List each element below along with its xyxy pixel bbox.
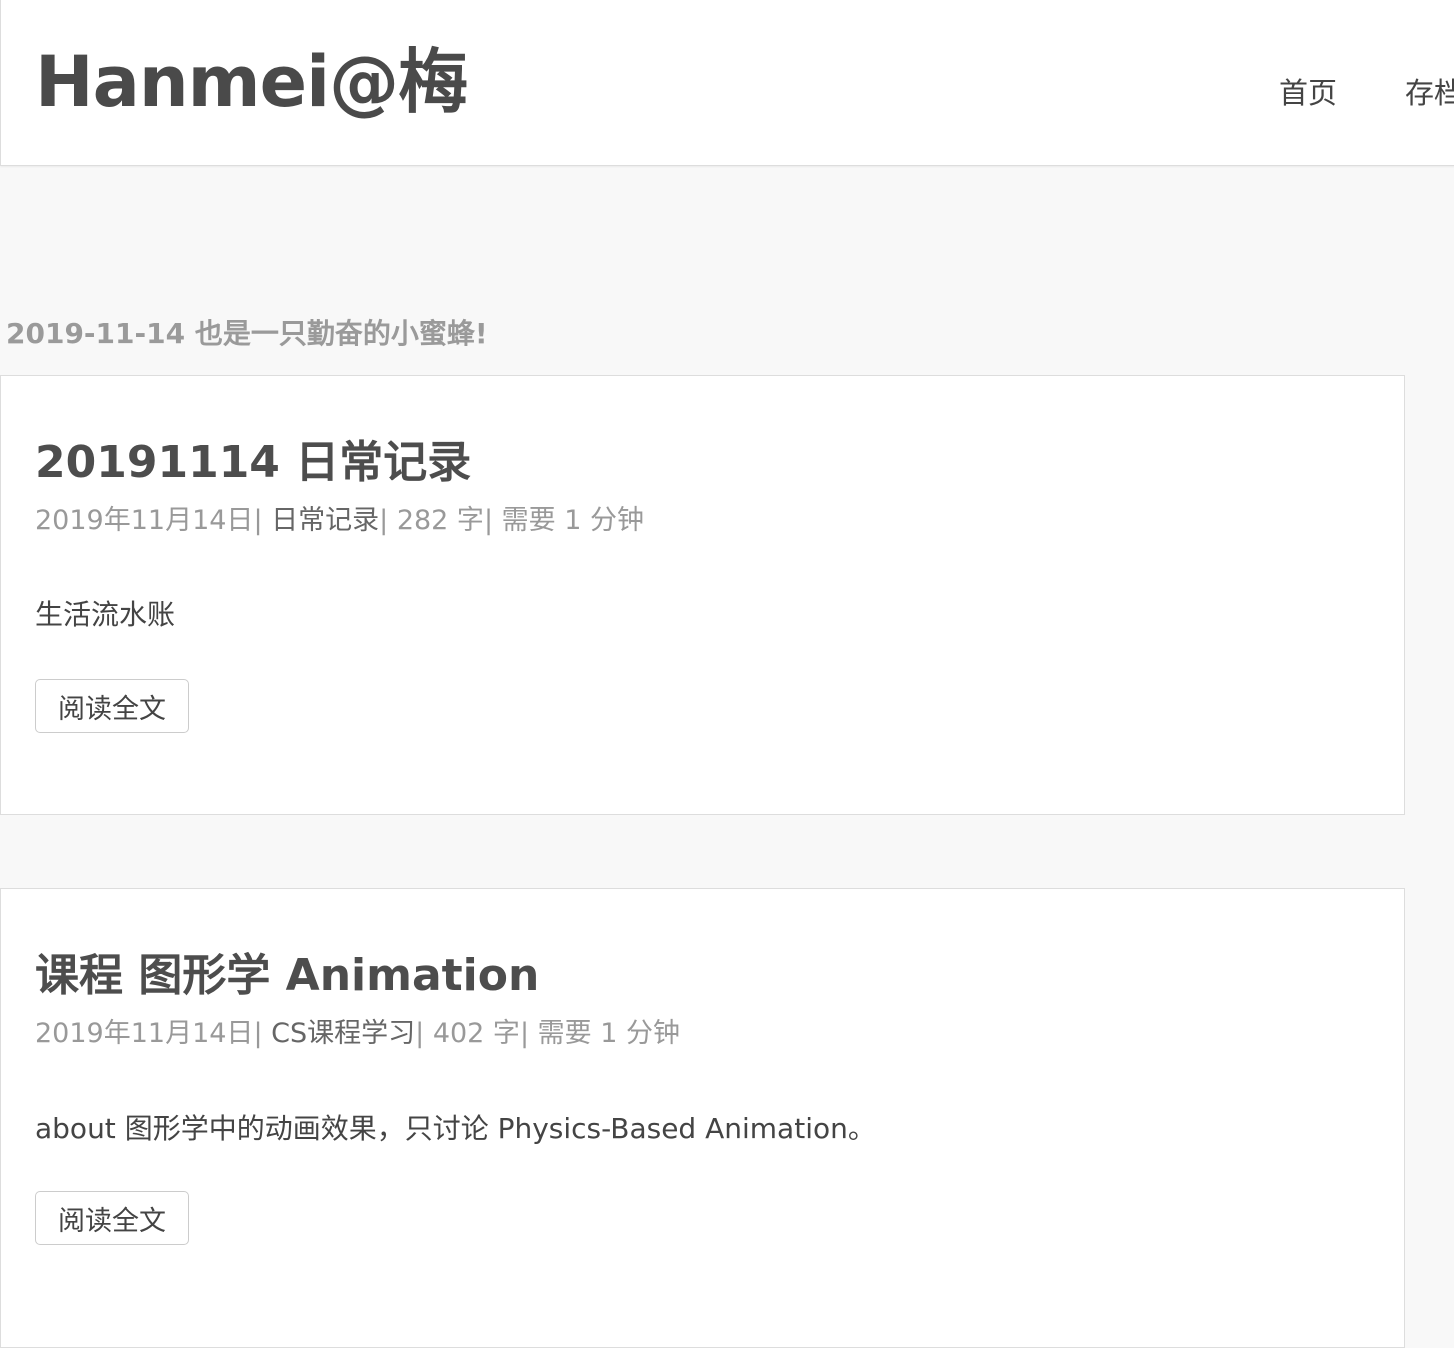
post-read-time: 需要 1 分钟 [537, 1018, 680, 1049]
post-date: 2019年11月14日 [35, 505, 254, 536]
post-meta: 2019年11月14日| CS课程学习| 402 字| 需要 1 分钟 [35, 1018, 680, 1049]
post-category[interactable]: 日常记录 [271, 505, 379, 536]
post-category[interactable]: CS课程学习 [271, 1018, 415, 1049]
nav-home[interactable]: 首页 [1279, 70, 1337, 112]
post-date: 2019年11月14日 [35, 1018, 254, 1049]
post-excerpt: 生活流水账 [35, 598, 176, 631]
read-more-button[interactable]: 阅读全文 [35, 679, 189, 733]
site-logo[interactable]: Hanmei@梅 [35, 38, 468, 126]
nav-archive[interactable]: 存档 [1405, 70, 1454, 112]
post-word-count: 282 字 [396, 505, 484, 536]
site-header: Hanmei@梅 首页 存档 [0, 0, 1454, 166]
post-card: 课程 图形学 Animation 2019年11月14日| CS课程学习| 40… [0, 888, 1405, 1348]
post-card: 20191114 日常记录 2019年11月14日| 日常记录| 282 字| … [0, 375, 1405, 815]
post-read-time: 需要 1 分钟 [501, 505, 644, 536]
read-more-button[interactable]: 阅读全文 [35, 1191, 189, 1245]
post-title[interactable]: 课程 图形学 Animation [35, 939, 539, 1003]
site-subtitle: 2019-11-14 也是一只勤奋的小蜜蜂! [6, 317, 488, 350]
post-meta: 2019年11月14日| 日常记录| 282 字| 需要 1 分钟 [35, 505, 644, 536]
post-title[interactable]: 20191114 日常记录 [35, 426, 471, 490]
post-word-count: 402 字 [432, 1018, 520, 1049]
main-nav: 首页 存档 [1279, 70, 1454, 112]
post-excerpt: about 图形学中的动画效果，只讨论 Physics-Based Animat… [35, 1112, 876, 1145]
